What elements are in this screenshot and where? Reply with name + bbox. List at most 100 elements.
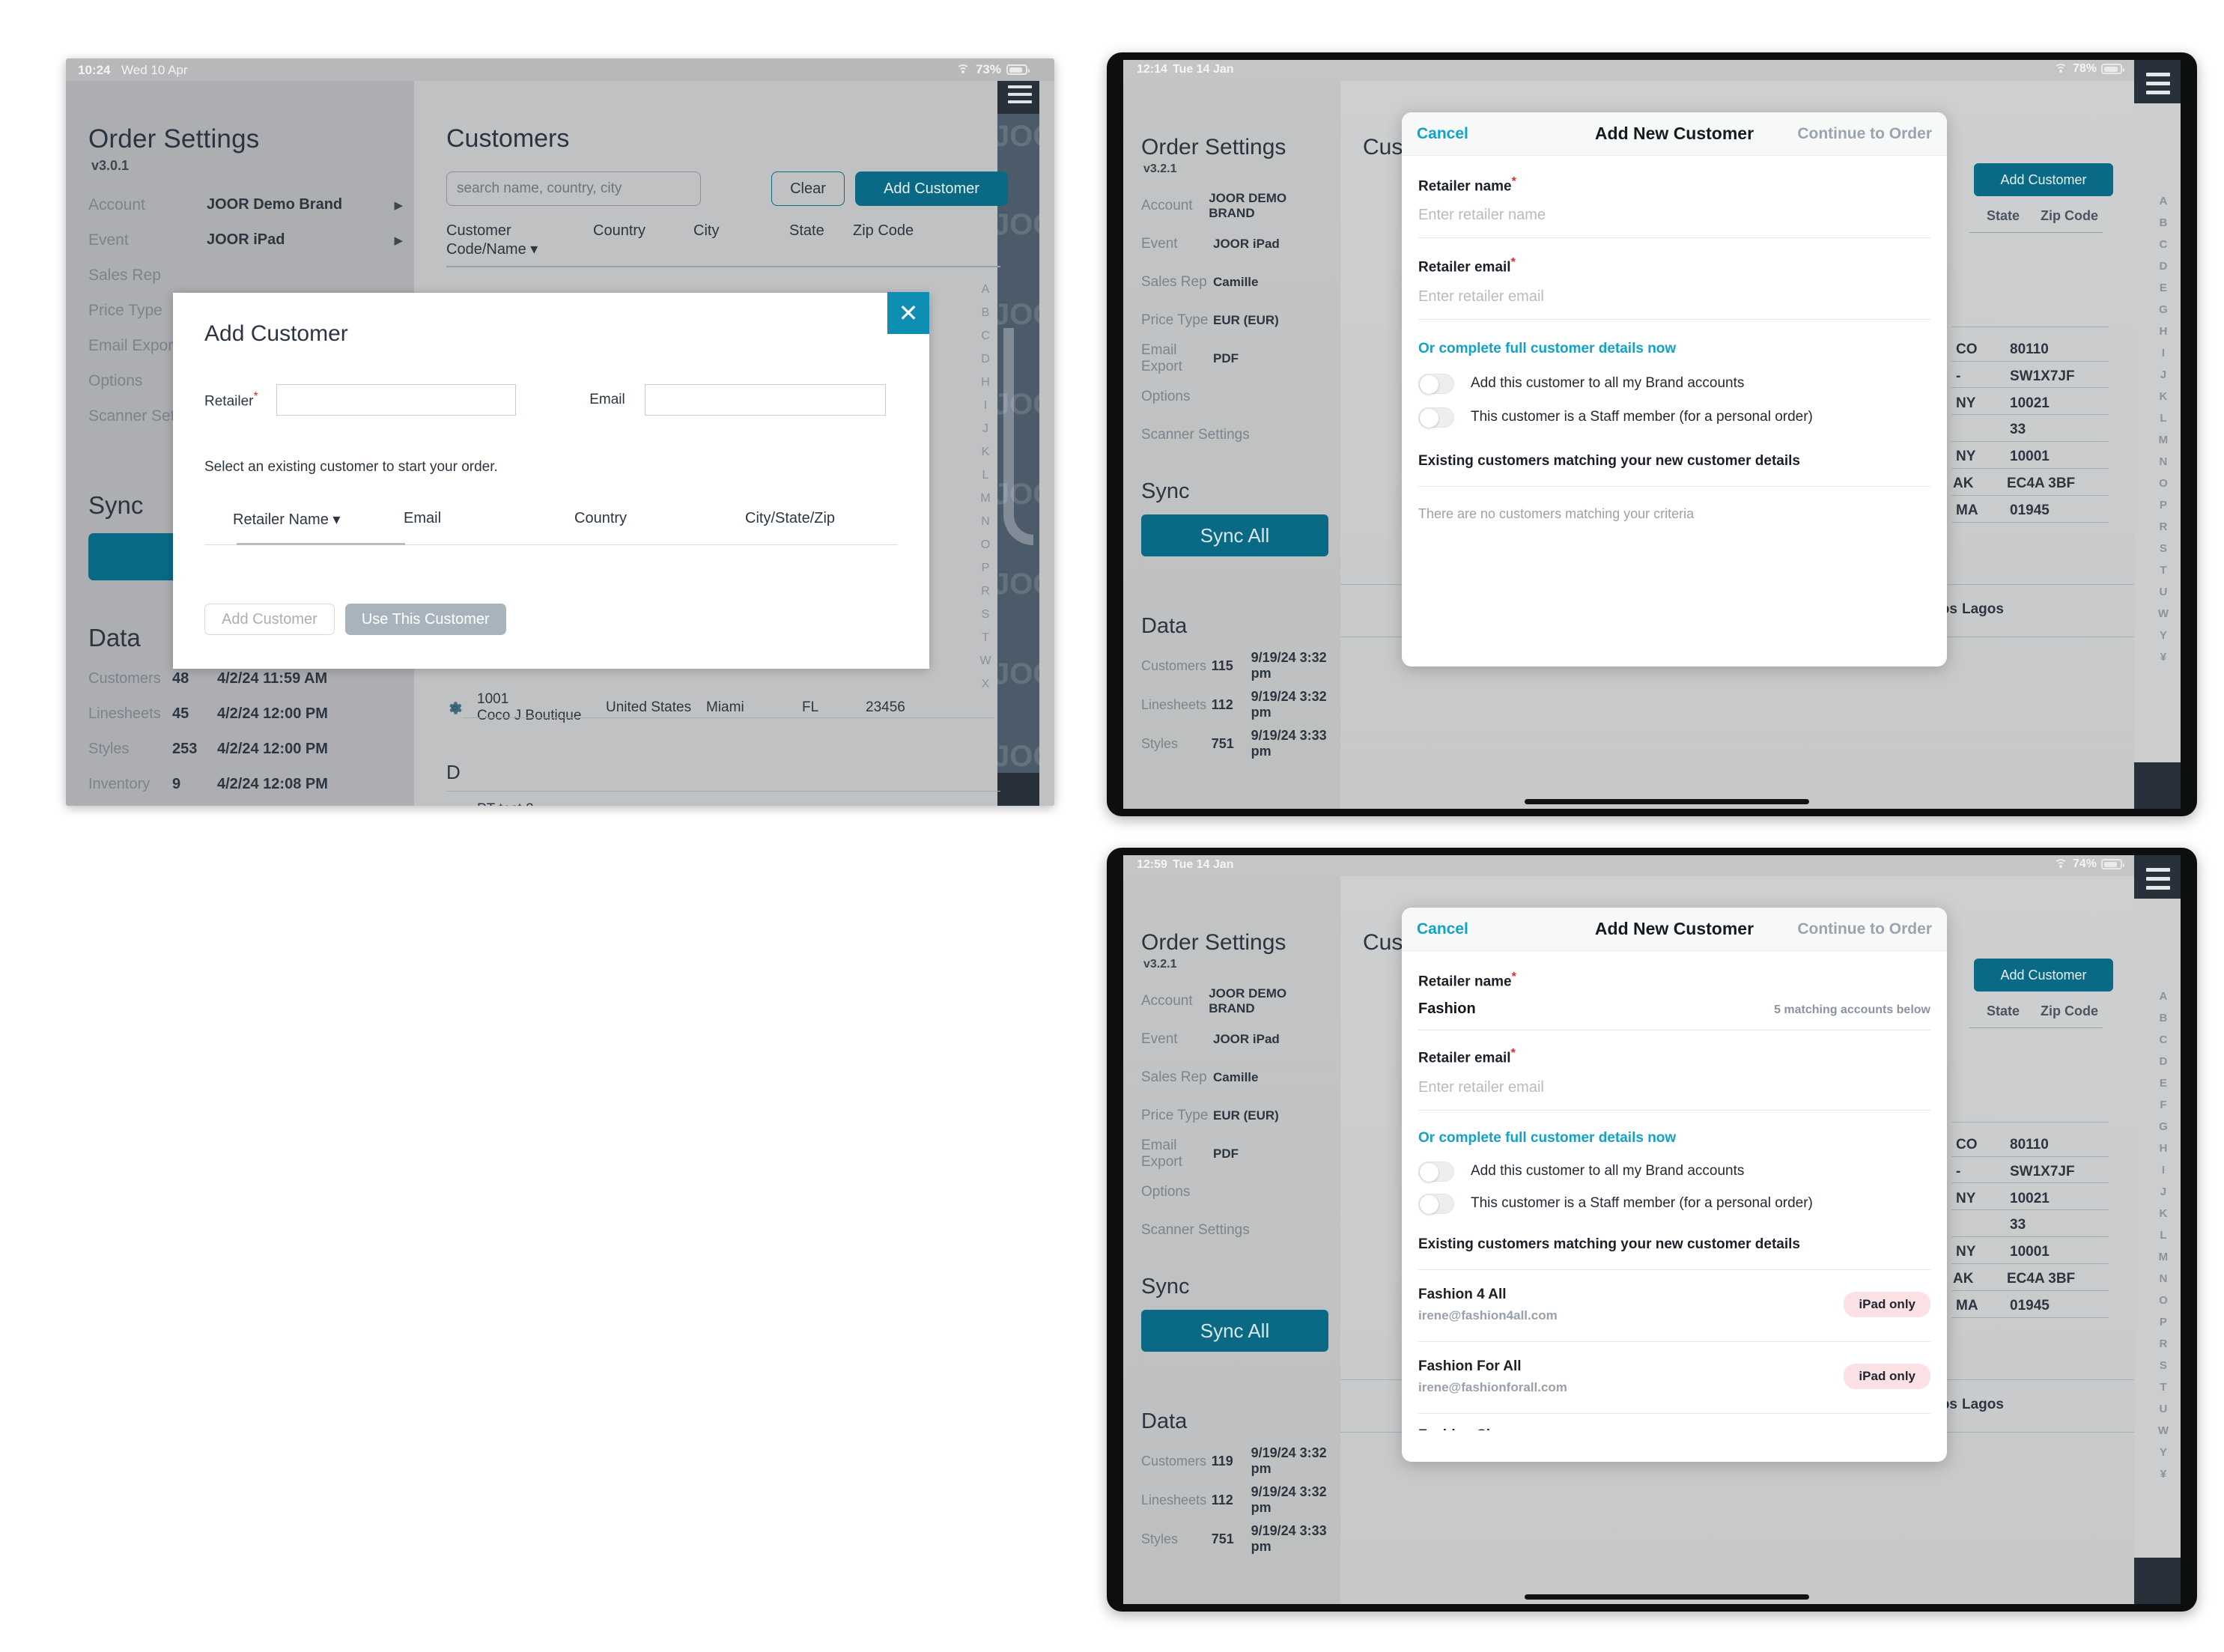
alpha-w[interactable]: W bbox=[2158, 1424, 2169, 1437]
alpha-a[interactable]: A bbox=[2159, 990, 2167, 1003]
retailer-email-input[interactable]: Enter retailer email bbox=[1418, 1067, 1930, 1111]
alpha-m[interactable]: M bbox=[980, 492, 990, 505]
sync-all-button[interactable]: Sync All bbox=[1141, 514, 1328, 556]
match-list-item[interactable]: Fashion Sho bbox=[1418, 1414, 1930, 1430]
alpha-w[interactable]: W bbox=[2158, 607, 2169, 620]
retailer-name-input[interactable]: Enter retailer name bbox=[1418, 195, 1930, 239]
alpha-o[interactable]: O bbox=[2159, 477, 2168, 490]
alpha-m[interactable]: M bbox=[2159, 1251, 2169, 1263]
alpha-r[interactable]: R bbox=[2159, 1337, 2167, 1350]
alpha-l[interactable]: L bbox=[2160, 1229, 2166, 1242]
toggle-row-staff-member[interactable]: This customer is a Staff member (for a p… bbox=[1418, 407, 1930, 428]
sidebar-item-scanner-settings[interactable]: Scanner Settings bbox=[1141, 416, 1328, 454]
alpha-j[interactable]: J bbox=[2160, 1185, 2166, 1198]
alpha-yen[interactable]: ¥ bbox=[2160, 1468, 2166, 1481]
table-row[interactable]: CO 80110 bbox=[1956, 1137, 2103, 1153]
alphabet-index-rail[interactable]: A B C D E G H I J K L M N O P R S T U W bbox=[2158, 195, 2169, 672]
toggle-row-staff-member[interactable]: This customer is a Staff member (for a p… bbox=[1418, 1193, 1930, 1214]
sidebar-item-account[interactable]: Account JOOR DEMO BRAND bbox=[1141, 982, 1328, 1020]
alpha-o[interactable]: O bbox=[2159, 1294, 2168, 1307]
alpha-i[interactable]: I bbox=[2162, 1164, 2165, 1176]
alpha-y[interactable]: Y bbox=[2160, 629, 2167, 642]
sidebar-item-email-export[interactable]: Email Export PDF bbox=[1141, 1135, 1328, 1173]
alpha-g[interactable]: G bbox=[2159, 1120, 2168, 1133]
table-row[interactable]: 1001 Coco J Boutique United States Miami… bbox=[446, 691, 1015, 724]
alpha-t[interactable]: T bbox=[2160, 564, 2166, 577]
alpha-e[interactable]: E bbox=[2160, 1077, 2167, 1090]
column-header-zip-code[interactable]: Zip Code bbox=[853, 222, 914, 258]
sidebar-item-sales-rep[interactable]: Sales Rep bbox=[88, 258, 403, 293]
alpha-j[interactable]: J bbox=[982, 422, 988, 436]
alpha-d[interactable]: D bbox=[2159, 260, 2167, 273]
table-row[interactable]: MA 01945 bbox=[1956, 502, 2103, 519]
alpha-h[interactable]: H bbox=[2159, 325, 2167, 338]
alpha-h[interactable]: H bbox=[2159, 1142, 2167, 1155]
alpha-e[interactable]: E bbox=[2160, 282, 2167, 294]
alpha-s[interactable]: S bbox=[982, 608, 990, 622]
modal-column-retailer-name[interactable]: Retailer Name ▾ bbox=[233, 510, 404, 529]
table-row[interactable]: NY 10021 bbox=[1956, 1191, 2103, 1207]
alpha-b[interactable]: B bbox=[982, 306, 990, 320]
hamburger-menu-icon[interactable] bbox=[2146, 73, 2170, 100]
column-header-state[interactable]: State bbox=[789, 222, 853, 258]
alphabet-index-rail[interactable]: A B C D H I J K L M N O P R S T W X bbox=[975, 283, 996, 701]
table-row[interactable]: MA 01945 bbox=[1956, 1298, 2103, 1314]
alpha-t[interactable]: T bbox=[2160, 1381, 2166, 1394]
alpha-c[interactable]: C bbox=[2159, 238, 2167, 251]
add-customer-button[interactable]: Add Customer bbox=[1974, 163, 2113, 196]
sync-all-button[interactable]: Sync All bbox=[1141, 1310, 1328, 1352]
sidebar-item-sales-rep[interactable]: Sales Rep Camille bbox=[1141, 1058, 1328, 1096]
alpha-l[interactable]: L bbox=[982, 469, 989, 482]
modal-column-city-state-zip[interactable]: City/State/Zip bbox=[745, 510, 835, 529]
use-this-customer-button[interactable]: Use This Customer bbox=[344, 604, 506, 635]
alpha-m[interactable]: M bbox=[2159, 434, 2169, 446]
alpha-k[interactable]: K bbox=[2159, 1207, 2167, 1220]
table-row[interactable]: - SW1X7JF bbox=[1956, 368, 2103, 385]
column-header-country[interactable]: Country bbox=[593, 222, 693, 258]
alpha-p[interactable]: P bbox=[2160, 499, 2167, 511]
alpha-k[interactable]: K bbox=[982, 446, 990, 459]
alpha-w[interactable]: W bbox=[979, 655, 991, 668]
column-header-customer-code-name[interactable]: Customer Code/Name ▾ bbox=[446, 222, 593, 258]
alpha-s[interactable]: S bbox=[2160, 542, 2167, 555]
sidebar-item-options[interactable]: Options bbox=[1141, 377, 1328, 416]
alphabet-index-rail[interactable]: A B C D E F G H I J K L M N O P R S T U bbox=[2158, 990, 2169, 1489]
alpha-o[interactable]: O bbox=[981, 538, 990, 552]
modal-add-customer-button[interactable]: Add Customer bbox=[204, 604, 335, 635]
retailer-input[interactable] bbox=[276, 384, 516, 416]
cancel-button[interactable]: Cancel bbox=[1417, 920, 1468, 938]
column-header-state[interactable]: State bbox=[1987, 1003, 2041, 1019]
table-row[interactable]: CO 80110 bbox=[1956, 341, 2103, 358]
email-input[interactable] bbox=[645, 384, 886, 416]
table-row[interactable]: NY 10001 bbox=[1956, 449, 2103, 465]
alpha-b[interactable]: B bbox=[2159, 1012, 2167, 1024]
alpha-h[interactable]: H bbox=[981, 376, 990, 389]
continue-to-order-button[interactable]: Continue to Order bbox=[1797, 920, 1932, 938]
alpha-c[interactable]: C bbox=[981, 330, 990, 343]
table-row[interactable]: NY 10001 bbox=[1956, 1244, 2103, 1260]
alpha-r[interactable]: R bbox=[981, 585, 990, 598]
sidebar-item-account[interactable]: Account JOOR DEMO BRAND bbox=[1141, 186, 1328, 225]
column-header-city[interactable]: City bbox=[693, 222, 789, 258]
cancel-button[interactable]: Cancel bbox=[1417, 125, 1468, 143]
alpha-d[interactable]: D bbox=[981, 353, 990, 366]
alpha-k[interactable]: K bbox=[2159, 390, 2167, 403]
add-customer-button[interactable]: Add Customer bbox=[855, 171, 1008, 206]
alpha-p[interactable]: P bbox=[982, 562, 990, 575]
sidebar-item-sales-rep[interactable]: Sales Rep Camille bbox=[1141, 263, 1328, 301]
table-row[interactable]: NY 10021 bbox=[1956, 395, 2103, 412]
column-header-zip-code[interactable]: Zip Code bbox=[2041, 1003, 2098, 1019]
table-row[interactable]: AK EC4A 3BF bbox=[1953, 1271, 2103, 1287]
sidebar-item-price-type[interactable]: Price Type EUR (EUR) bbox=[1141, 301, 1328, 339]
alpha-r[interactable]: R bbox=[2159, 520, 2167, 533]
toggle-row-brand-accounts[interactable]: Add this customer to all my Brand accoun… bbox=[1418, 373, 1930, 394]
alpha-f[interactable]: F bbox=[2160, 1099, 2166, 1111]
alpha-n[interactable]: N bbox=[981, 515, 990, 529]
sidebar-item-account[interactable]: Account JOOR Demo Brand ▶ bbox=[88, 187, 403, 222]
modal-column-country[interactable]: Country bbox=[574, 510, 745, 529]
search-input[interactable]: search name, country, city bbox=[446, 171, 701, 206]
alpha-p[interactable]: P bbox=[2160, 1316, 2167, 1328]
alpha-a[interactable]: A bbox=[982, 283, 990, 297]
toggle-row-brand-accounts[interactable]: Add this customer to all my Brand accoun… bbox=[1418, 1161, 1930, 1182]
staff-member-toggle[interactable] bbox=[1418, 407, 1454, 428]
